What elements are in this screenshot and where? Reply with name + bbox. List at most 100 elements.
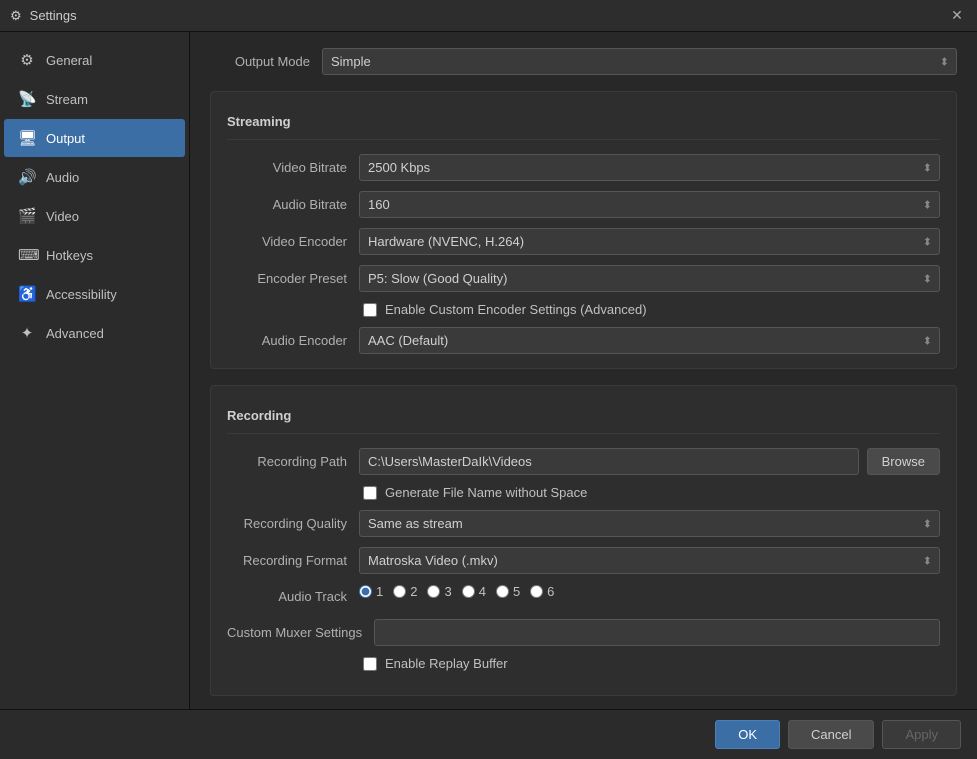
- track-label-6: 6: [547, 584, 554, 599]
- custom-encoder-checkbox[interactable]: [363, 303, 377, 317]
- encoder-preset-label: Encoder Preset: [227, 271, 347, 286]
- recording-quality-control: Same as stream: [359, 510, 940, 537]
- output-mode-select-wrap: Simple Advanced: [322, 48, 957, 75]
- recording-path-label: Recording Path: [227, 454, 347, 469]
- audio-encoder-row: Audio Encoder AAC (Default): [227, 327, 940, 354]
- sidebar-label-accessibility: Accessibility: [46, 287, 117, 302]
- track-label-4: 4: [479, 584, 486, 599]
- hotkeys-icon: ⌨: [18, 246, 36, 264]
- output-mode-row: Output Mode Simple Advanced: [210, 48, 957, 75]
- sidebar: ⚙ General 📡 Stream 🖥 Output 🔊 Audio 🎬 Vi…: [0, 32, 190, 709]
- replay-buffer-checkbox[interactable]: [363, 657, 377, 671]
- video-bitrate-select[interactable]: 2500 Kbps: [359, 154, 940, 181]
- accessibility-icon: ♿: [18, 285, 36, 303]
- video-encoder-control: Hardware (NVENC, H.264): [359, 228, 940, 255]
- track-radio-6[interactable]: [530, 585, 543, 598]
- title-bar-left: ⚙ Settings: [10, 8, 77, 24]
- track-item-4: 4: [462, 584, 486, 599]
- video-encoder-row: Video Encoder Hardware (NVENC, H.264): [227, 228, 940, 255]
- sidebar-item-stream[interactable]: 📡 Stream: [4, 80, 185, 118]
- generate-filename-row: Generate File Name without Space: [227, 485, 940, 500]
- content-inner: Output Mode Simple Advanced Streaming Vi…: [190, 32, 977, 709]
- general-icon: ⚙: [18, 51, 36, 69]
- sidebar-label-stream: Stream: [46, 92, 88, 107]
- video-icon: 🎬: [18, 207, 36, 225]
- sidebar-item-hotkeys[interactable]: ⌨ Hotkeys: [4, 236, 185, 274]
- sidebar-label-advanced: Advanced: [46, 326, 104, 341]
- sidebar-item-video[interactable]: 🎬 Video: [4, 197, 185, 235]
- video-encoder-label: Video Encoder: [227, 234, 347, 249]
- settings-icon: ⚙: [10, 8, 22, 24]
- sidebar-item-audio[interactable]: 🔊 Audio: [4, 158, 185, 196]
- track-item-5: 5: [496, 584, 520, 599]
- content-area: Output Mode Simple Advanced Streaming Vi…: [190, 32, 977, 709]
- streaming-section: Streaming Video Bitrate 2500 Kbps Audio …: [210, 91, 957, 369]
- advanced-icon: ✦: [18, 324, 36, 342]
- output-mode-select[interactable]: Simple Advanced: [322, 48, 957, 75]
- encoder-preset-select[interactable]: P5: Slow (Good Quality): [359, 265, 940, 292]
- recording-format-select[interactable]: Matroska Video (.mkv): [359, 547, 940, 574]
- sidebar-item-accessibility[interactable]: ♿ Accessibility: [4, 275, 185, 313]
- stream-icon: 📡: [18, 90, 36, 108]
- close-button[interactable]: ✕: [947, 6, 967, 26]
- ok-button[interactable]: OK: [715, 720, 780, 749]
- recording-path-row: Recording Path Browse: [227, 448, 940, 475]
- recording-quality-select[interactable]: Same as stream: [359, 510, 940, 537]
- apply-button[interactable]: Apply: [882, 720, 961, 749]
- recording-quality-row: Recording Quality Same as stream: [227, 510, 940, 537]
- track-item-6: 6: [530, 584, 554, 599]
- sidebar-label-audio: Audio: [46, 170, 79, 185]
- recording-format-row: Recording Format Matroska Video (.mkv): [227, 547, 940, 574]
- recording-format-control: Matroska Video (.mkv): [359, 547, 940, 574]
- audio-bitrate-row: Audio Bitrate 160: [227, 191, 940, 218]
- audio-bitrate-select[interactable]: 160: [359, 191, 940, 218]
- generate-filename-checkbox[interactable]: [363, 486, 377, 500]
- streaming-header: Streaming: [227, 106, 940, 140]
- custom-muxer-input[interactable]: [374, 619, 940, 646]
- browse-button[interactable]: Browse: [867, 448, 940, 475]
- video-bitrate-control: 2500 Kbps: [359, 154, 940, 181]
- audio-icon: 🔊: [18, 168, 36, 186]
- sidebar-item-general[interactable]: ⚙ General: [4, 41, 185, 79]
- sidebar-item-output[interactable]: 🖥 Output: [4, 119, 185, 157]
- audio-bitrate-control: 160: [359, 191, 940, 218]
- track-label-3: 3: [444, 584, 451, 599]
- video-encoder-select[interactable]: Hardware (NVENC, H.264): [359, 228, 940, 255]
- audio-track-row: Audio Track 1 2 3: [227, 584, 940, 609]
- recording-format-label: Recording Format: [227, 553, 347, 568]
- cancel-button[interactable]: Cancel: [788, 720, 874, 749]
- track-radio-3[interactable]: [427, 585, 440, 598]
- audio-encoder-select[interactable]: AAC (Default): [359, 327, 940, 354]
- track-radio-1[interactable]: [359, 585, 372, 598]
- encoder-preset-row: Encoder Preset P5: Slow (Good Quality): [227, 265, 940, 292]
- track-label-2: 2: [410, 584, 417, 599]
- recording-section: Recording Recording Path Browse Generate…: [210, 385, 957, 696]
- custom-encoder-label[interactable]: Enable Custom Encoder Settings (Advanced…: [385, 302, 647, 317]
- video-bitrate-label: Video Bitrate: [227, 160, 347, 175]
- replay-buffer-label[interactable]: Enable Replay Buffer: [385, 656, 508, 671]
- title-bar: ⚙ Settings ✕: [0, 0, 977, 32]
- track-radio-2[interactable]: [393, 585, 406, 598]
- audio-track-controls: 1 2 3 4: [359, 584, 940, 599]
- sidebar-label-general: General: [46, 53, 92, 68]
- recording-header: Recording: [227, 400, 940, 434]
- sidebar-label-hotkeys: Hotkeys: [46, 248, 93, 263]
- bottom-bar: OK Cancel Apply: [0, 709, 977, 759]
- track-radio-5[interactable]: [496, 585, 509, 598]
- audio-encoder-label: Audio Encoder: [227, 333, 347, 348]
- sidebar-label-video: Video: [46, 209, 79, 224]
- track-item-1: 1: [359, 584, 383, 599]
- encoder-preset-control: P5: Slow (Good Quality): [359, 265, 940, 292]
- track-item-3: 3: [427, 584, 451, 599]
- generate-filename-label[interactable]: Generate File Name without Space: [385, 485, 587, 500]
- sidebar-label-output: Output: [46, 131, 85, 146]
- recording-path-input-wrap: Browse: [359, 448, 940, 475]
- track-item-2: 2: [393, 584, 417, 599]
- main-layout: ⚙ General 📡 Stream 🖥 Output 🔊 Audio 🎬 Vi…: [0, 32, 977, 709]
- title-bar-title: Settings: [30, 8, 77, 23]
- custom-encoder-row: Enable Custom Encoder Settings (Advanced…: [227, 302, 940, 317]
- audio-bitrate-label: Audio Bitrate: [227, 197, 347, 212]
- track-radio-4[interactable]: [462, 585, 475, 598]
- recording-path-input[interactable]: [359, 448, 859, 475]
- sidebar-item-advanced[interactable]: ✦ Advanced: [4, 314, 185, 352]
